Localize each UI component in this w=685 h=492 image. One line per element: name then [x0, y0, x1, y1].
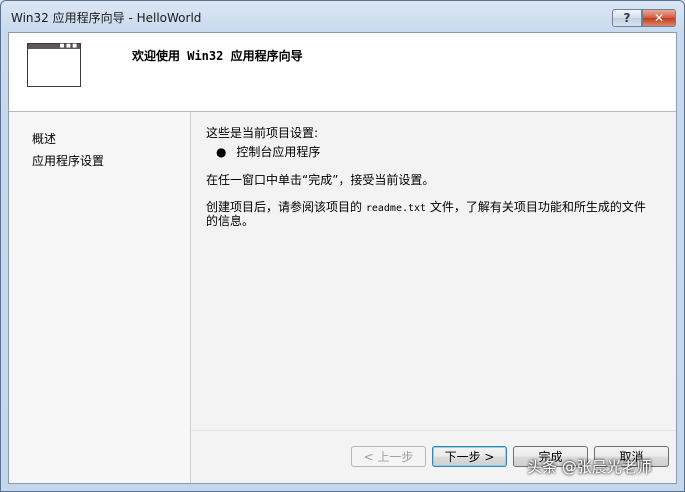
page-title: 欢迎使用 Win32 应用程序向导: [132, 49, 303, 63]
settings-list-item-text: 控制台应用程序: [236, 145, 321, 159]
wizard-client-area: ■ ■ ■ 欢迎使用 Win32 应用程序向导 概述 应用程序设置 这些是当前项…: [8, 32, 677, 484]
readme-text: 创建项目后，请参阅该项目的 readme.txt 文件，了解有关项目功能和所生成…: [206, 198, 646, 215]
instruction-text: 在任一窗口中单击“完成”，接受当前设置。: [206, 173, 435, 187]
window-icon: ■ ■ ■: [27, 43, 81, 87]
wizard-header: ■ ■ ■ 欢迎使用 Win32 应用程序向导: [9, 33, 676, 112]
readme-text-line2: 的信息。: [206, 214, 255, 228]
window-title: Win32 应用程序向导 - HelloWorld: [11, 11, 202, 25]
close-icon: ✕: [653, 11, 665, 25]
readme-filename: readme.txt: [365, 203, 427, 214]
nav-item-app-settings[interactable]: 应用程序设置: [32, 152, 104, 169]
bullet-icon: ●: [216, 145, 227, 159]
help-icon: ?: [623, 11, 631, 25]
wizard-window: Win32 应用程序向导 - HelloWorld ? ✕ ■ ■ ■ 欢迎使用…: [0, 0, 685, 492]
watermark-text: 头条 @张晨光老师: [527, 458, 652, 476]
current-settings-label: 这些是当前项目设置:: [206, 126, 319, 140]
next-button[interactable]: 下一步 >: [432, 446, 507, 467]
settings-list-item: ● 控制台应用程序: [216, 143, 320, 160]
prev-button[interactable]: < 上一步: [351, 446, 426, 467]
nav-item-overview[interactable]: 概述: [32, 130, 56, 147]
help-button[interactable]: ?: [612, 9, 642, 27]
title-bar[interactable]: Win32 应用程序向导 - HelloWorld ? ✕: [1, 1, 684, 31]
button-separator: [191, 430, 676, 431]
close-button[interactable]: ✕: [642, 9, 676, 27]
readme-suffix: 文件，了解有关项目功能和所生成的文件: [429, 200, 646, 214]
wizard-content: 这些是当前项目设置: ● 控制台应用程序 在任一窗口中单击“完成”，接受当前设置…: [191, 112, 676, 483]
wizard-nav: 概述 应用程序设置: [9, 112, 191, 483]
